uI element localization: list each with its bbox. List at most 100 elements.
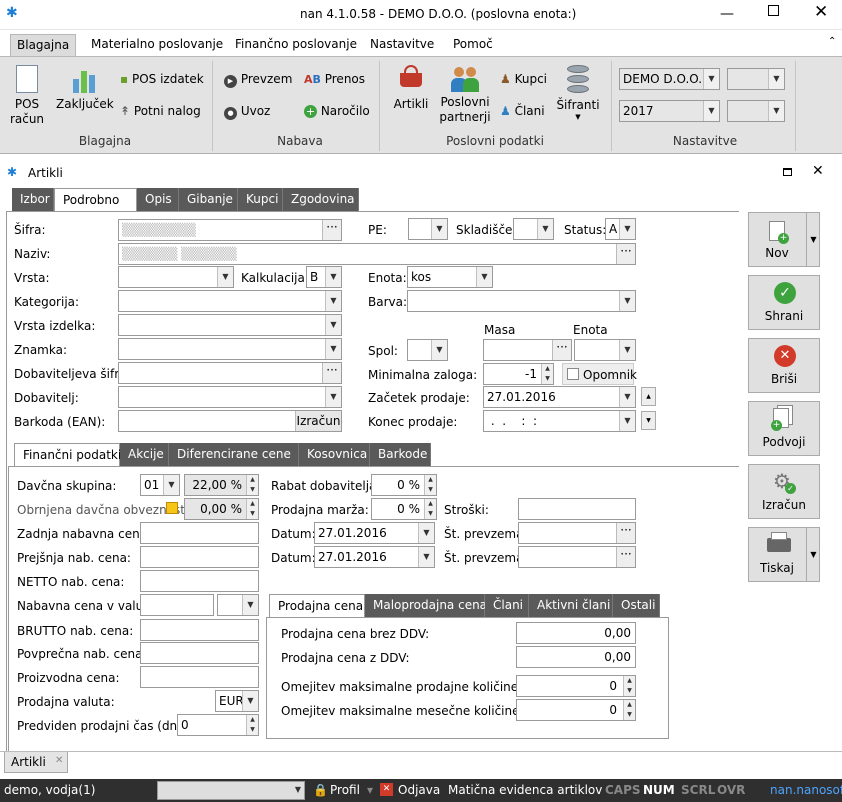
prodajna-brez-input[interactable]: 0,00: [516, 622, 636, 644]
kupci-button[interactable]: ♟ Kupci: [500, 71, 547, 87]
enota-select[interactable]: kos ▼: [407, 266, 493, 288]
brutto-nab-input[interactable]: [140, 619, 259, 641]
tab-opis[interactable]: Opis: [137, 188, 179, 212]
collapse-ribbon-icon[interactable]: ⌃: [828, 36, 836, 47]
ellipsis-button[interactable]: ···: [552, 340, 571, 360]
narocilo-button[interactable]: + Naročilo: [304, 103, 370, 119]
ellipsis-button[interactable]: ···: [322, 363, 341, 383]
spinner-icon[interactable]: ▲ ▼: [246, 499, 258, 519]
menu-tab-nastavitve[interactable]: Nastavitve: [364, 34, 440, 56]
obrnjena-checkbox[interactable]: [166, 502, 178, 514]
tab-gibanje[interactable]: Gibanje: [179, 188, 238, 212]
sifra-input[interactable]: ▒▒▒▒▒▒▒▒: [118, 219, 342, 241]
close-icon[interactable]: ✕: [812, 163, 824, 179]
zacetek-prodaje-input[interactable]: 27.01.2016 ▼: [483, 386, 636, 408]
nabavna-valuta-select[interactable]: ▼: [217, 594, 259, 616]
nov-dropdown[interactable]: ▼: [806, 212, 820, 267]
tab-zgodovina[interactable]: Zgodovina: [283, 188, 359, 212]
spin-up-button[interactable]: ▲: [641, 387, 656, 406]
ellipsis-button[interactable]: ···: [322, 220, 341, 240]
status-select[interactable]: A ▼: [605, 218, 636, 240]
prodajna-valuta-select[interactable]: EUR ▼: [215, 690, 259, 712]
tiskaj-dropdown[interactable]: ▼: [806, 527, 820, 582]
brand-link[interactable]: nan.nanosoft: [770, 783, 842, 797]
menu-tab-materialno[interactable]: Materialno poslovanje: [85, 34, 229, 56]
rabat-input[interactable]: 0 % ▲ ▼: [371, 474, 437, 496]
pos-izdatek-button[interactable]: ▪ POS izdatek: [120, 71, 204, 87]
spinner-icon[interactable]: ▲ ▼: [623, 676, 635, 696]
dobaviteljeva-sifra-input[interactable]: [118, 362, 342, 384]
povprecna-nab-input[interactable]: [140, 642, 259, 664]
status-combo[interactable]: ▼: [157, 781, 305, 800]
omejitev2-input[interactable]: 0 ▲ ▼: [516, 699, 636, 721]
znamka-select[interactable]: ▼: [118, 338, 342, 360]
clani-button[interactable]: ♟ Člani: [500, 103, 545, 119]
spinner-icon[interactable]: ▲ ▼: [541, 364, 553, 384]
company-select[interactable]: DEMO D.O.O. ▼: [619, 68, 720, 90]
ellipsis-button[interactable]: ···: [616, 244, 635, 264]
close-icon[interactable]: ✕: [55, 755, 63, 766]
prodajna-z-input[interactable]: 0,00: [516, 646, 636, 668]
konec-prodaje-input[interactable]: . . : : ▼: [483, 410, 636, 432]
proizvodna-cena-input[interactable]: [140, 666, 259, 688]
izracun-barkoda-button[interactable]: Izračun: [295, 411, 341, 431]
tab-diferencirane-cene[interactable]: Diferencirane cene: [169, 443, 299, 467]
spol-select[interactable]: ▼: [407, 339, 448, 361]
tab-akcije[interactable]: Akcije: [120, 443, 169, 467]
omejitev1-input[interactable]: 0 ▲ ▼: [516, 675, 636, 697]
spinner-icon[interactable]: ▲ ▼: [246, 475, 258, 495]
menu-tab-pomoc[interactable]: Pomoč: [447, 34, 499, 56]
spinner-icon[interactable]: ▲ ▼: [623, 700, 635, 720]
datum2-input[interactable]: 27.01.2016 ▼: [314, 546, 435, 568]
davcna-pct-input[interactable]: 22,00 % ▲ ▼: [184, 474, 259, 496]
netto-nab-input[interactable]: [140, 570, 259, 592]
davcna-skupina-select[interactable]: 01 ▼: [140, 474, 180, 496]
period-select[interactable]: ▼: [727, 100, 785, 122]
obrnjena-pct-input[interactable]: 0,00 % ▲ ▼: [184, 498, 259, 520]
ellipsis-button[interactable]: ···: [616, 547, 635, 567]
zadnja-nabavna-input[interactable]: [140, 522, 259, 544]
tab-maloprodajna-cena[interactable]: Maloprodajna cena: [365, 594, 487, 618]
sifranti-button[interactable]: Šifranti ▼: [554, 65, 602, 121]
maximize-icon[interactable]: [768, 5, 779, 16]
datum1-input[interactable]: 27.01.2016 ▼: [314, 522, 435, 544]
marza-input[interactable]: 0 % ▲ ▼: [371, 498, 437, 520]
spinner-icon[interactable]: ▲ ▼: [424, 475, 436, 495]
close-icon[interactable]: ✕: [814, 2, 828, 22]
tab-prodajna-cena[interactable]: Prodajna cena: [269, 594, 365, 618]
prejsnja-nab-input[interactable]: [140, 546, 259, 568]
predviden-input[interactable]: 0 ▲ ▼: [177, 714, 259, 736]
tab-clani[interactable]: Člani: [485, 594, 529, 618]
prenos-button[interactable]: AB Prenos: [304, 71, 365, 88]
tab-financni-podatki[interactable]: Finančni podatki: [14, 443, 121, 467]
opomnik-checkbox[interactable]: [567, 368, 579, 380]
potni-nalog-button[interactable]: ↟ Potni nalog: [120, 103, 201, 119]
tab-kupci[interactable]: Kupci: [238, 188, 283, 212]
spinner-icon[interactable]: ▲ ▼: [246, 715, 258, 735]
tab-izbor[interactable]: Izbor: [12, 188, 54, 212]
vrsta-izdelka-select[interactable]: ▼: [118, 314, 342, 336]
tab-barkode[interactable]: Barkode: [370, 443, 431, 467]
barva-select[interactable]: ▼: [407, 290, 636, 312]
menu-tab-blagajna[interactable]: Blagajna: [10, 34, 77, 56]
menu-tab-financno[interactable]: Finančno poslovanje: [229, 34, 363, 56]
shrani-button[interactable]: ✓ Shrani: [748, 275, 820, 330]
kategorija-select[interactable]: ▼: [118, 290, 342, 312]
prevzem-button[interactable]: ▶ Prevzem: [224, 71, 292, 88]
zakljucek-button[interactable]: Zaključek: [56, 65, 114, 112]
pe-select[interactable]: ▼: [408, 218, 448, 240]
kalkulacija-select[interactable]: B ▼: [306, 266, 342, 288]
uvoz-button[interactable]: ● Uvoz: [224, 103, 270, 120]
tab-kosovnica[interactable]: Kosovnica: [299, 443, 370, 467]
unit-select[interactable]: ▼: [727, 68, 785, 90]
pos-racun-button[interactable]: POS račun: [8, 65, 46, 127]
spinner-icon[interactable]: ▲ ▼: [424, 499, 436, 519]
dobavitelj-select[interactable]: ▼: [118, 386, 342, 408]
artikli-button[interactable]: Artikli: [388, 65, 434, 112]
poslovni-partnerji-button[interactable]: Poslovni partnerji: [438, 65, 492, 125]
tab-podrobno[interactable]: Podrobno: [54, 188, 137, 212]
ellipsis-button[interactable]: ···: [616, 523, 635, 543]
stroski-input[interactable]: [518, 498, 636, 520]
restore-icon[interactable]: [783, 168, 792, 176]
odjava-button[interactable]: Odjava: [398, 783, 440, 797]
